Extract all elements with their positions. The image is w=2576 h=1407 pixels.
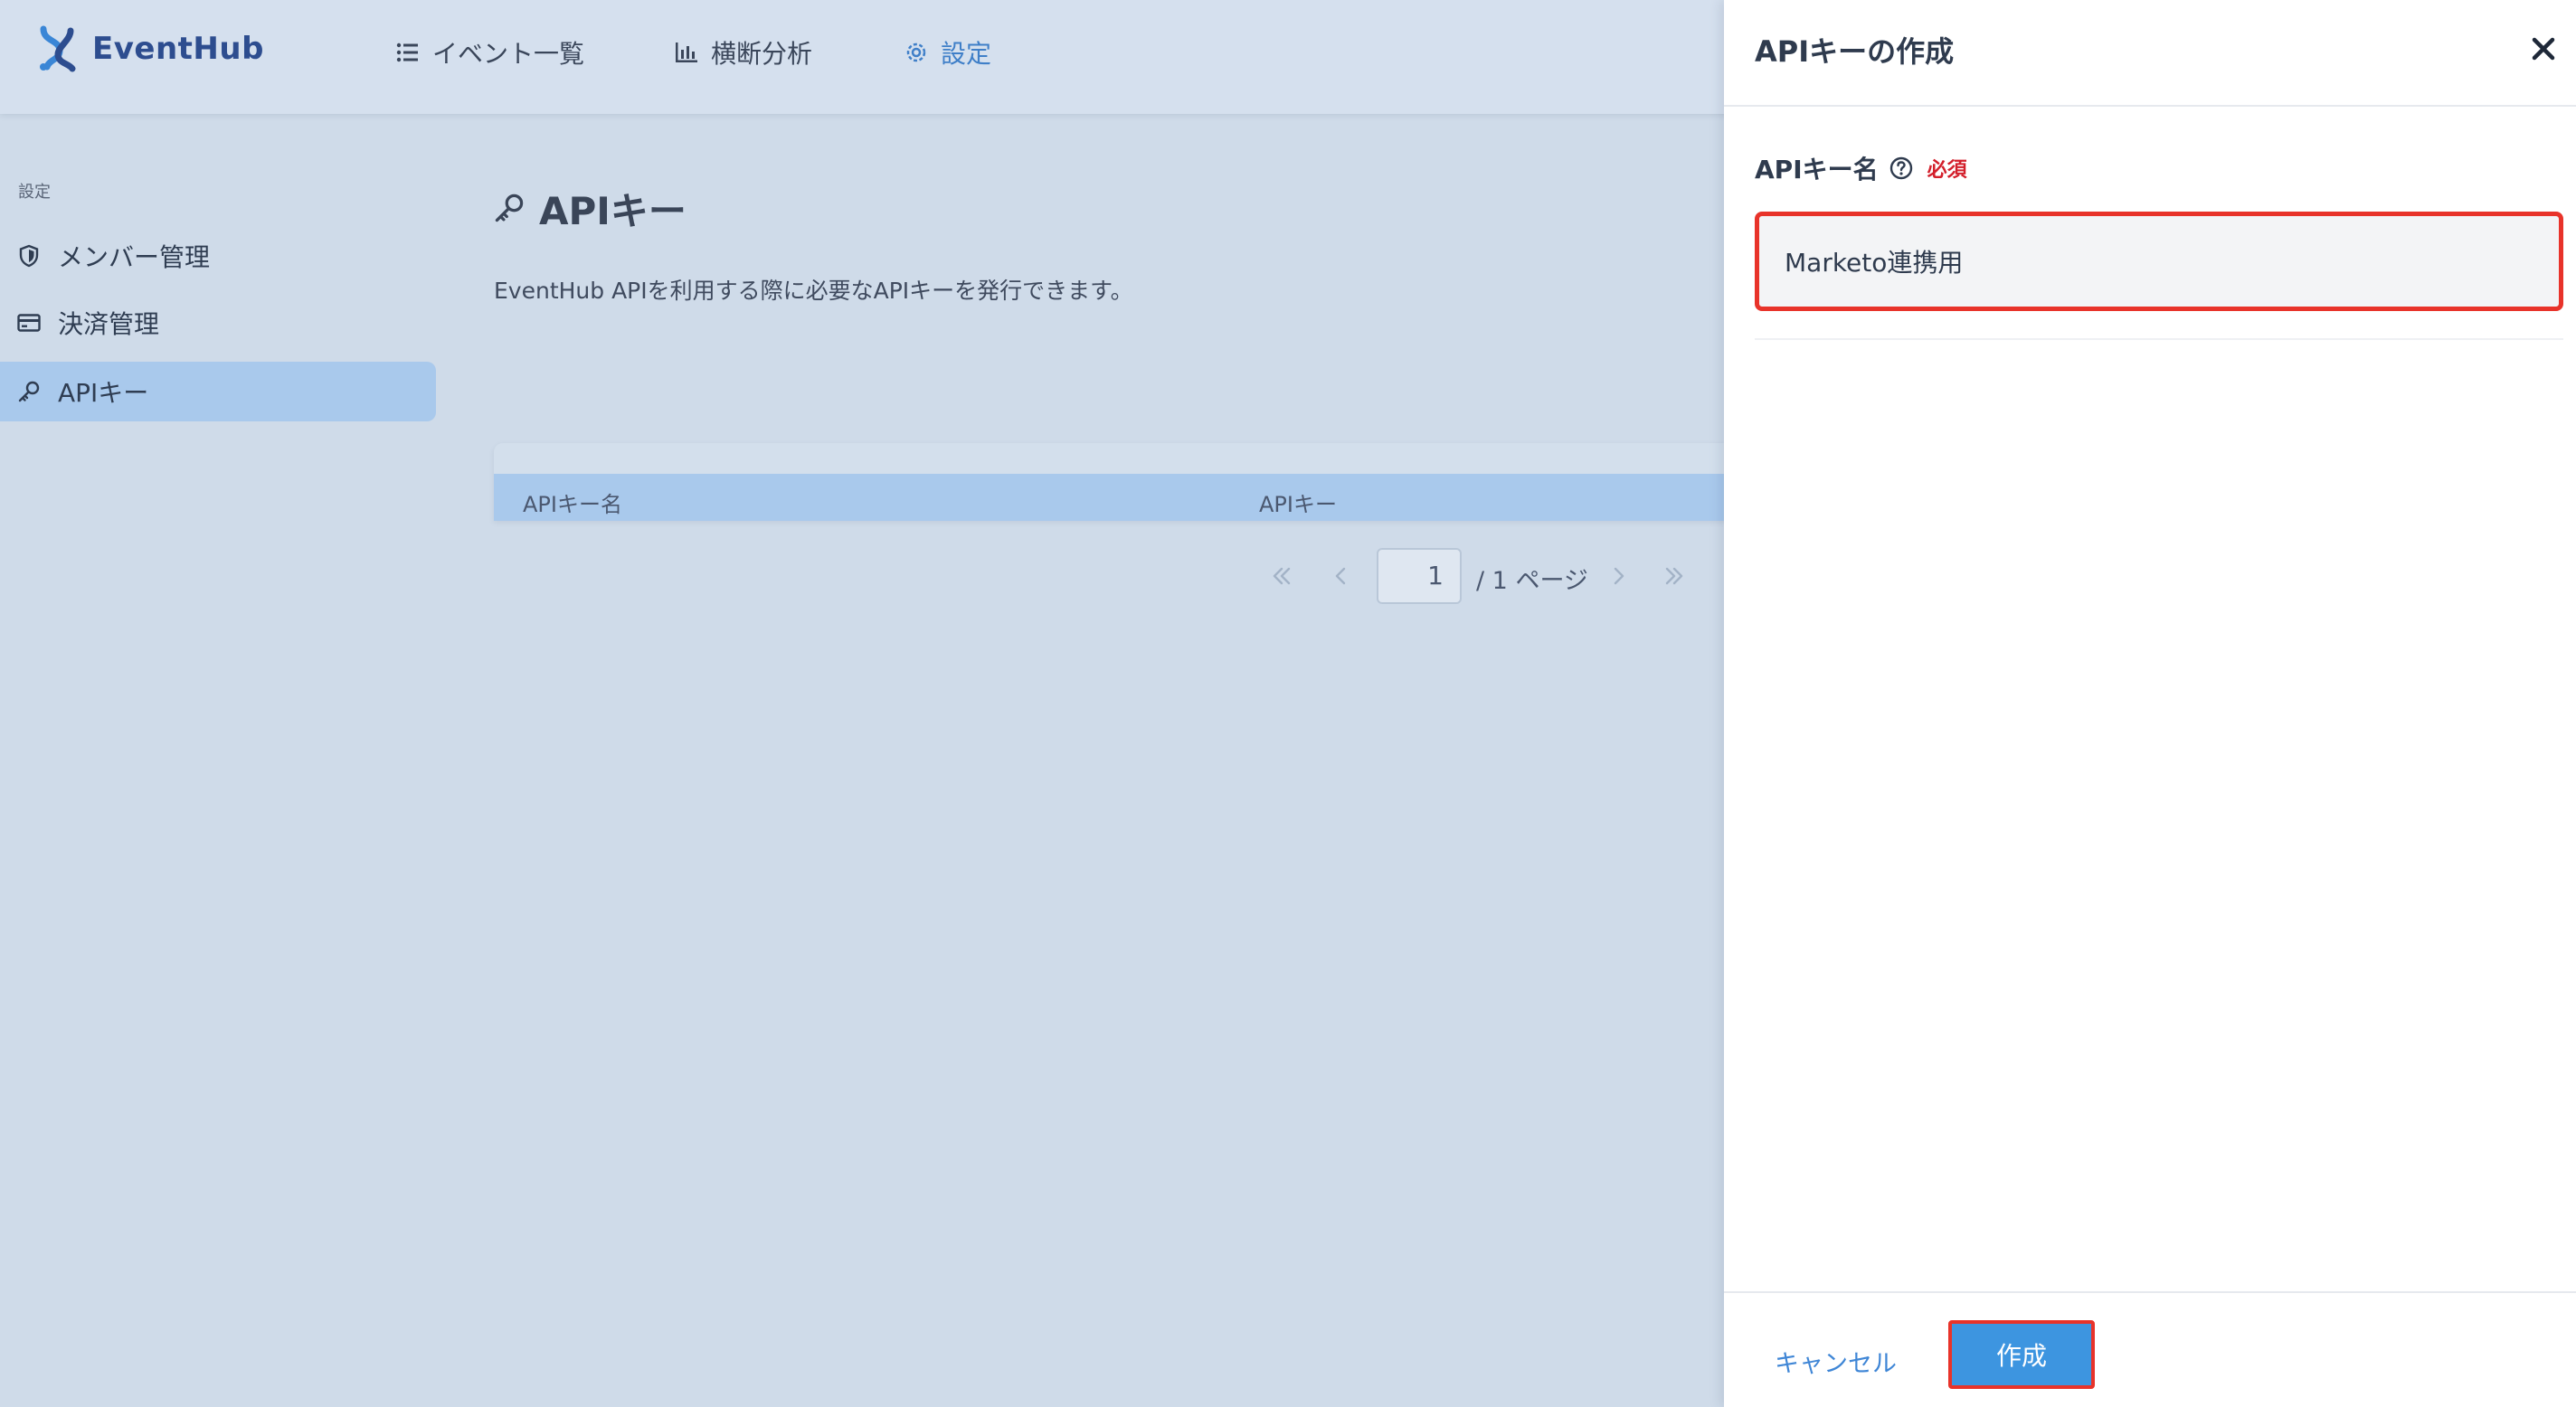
nav-event-list[interactable]: イベント一覧 [394, 33, 584, 72]
drawer-footer: キャンセル 作成 [1724, 1291, 2576, 1407]
create-button[interactable]: 作成 [1948, 1320, 2095, 1389]
sidebar-item-api-keys[interactable]: APIキー [0, 362, 436, 421]
field-label-text: APIキー名 [1755, 155, 1879, 184]
last-page-icon[interactable] [1659, 561, 1690, 591]
credit-card-icon [17, 314, 41, 332]
sidebar-item-members[interactable]: メンバー管理 [0, 226, 436, 286]
field-divider [1755, 338, 2563, 340]
column-header-key-name[interactable]: APIキー名 [523, 486, 622, 518]
sidebar-item-label: 決済管理 [58, 309, 160, 339]
api-key-name-input[interactable] [1755, 212, 2563, 311]
api-key-name-label: APIキー名 必須 [1755, 150, 1967, 186]
gear-icon [906, 42, 926, 62]
close-icon[interactable] [2525, 31, 2562, 67]
first-page-icon[interactable] [1266, 561, 1297, 591]
page-total-label: / 1 ページ [1476, 567, 1588, 595]
bar-chart-icon [676, 42, 697, 62]
key-icon [18, 381, 40, 402]
page-title-text: APIキー [539, 188, 687, 233]
next-page-icon[interactable] [1603, 561, 1634, 591]
brand-name: EventHub [92, 31, 264, 67]
drawer-header: APIキーの作成 [1724, 0, 2576, 107]
cancel-button[interactable]: キャンセル [1775, 1344, 1897, 1379]
brand-logo[interactable]: EventHub [36, 24, 264, 74]
create-api-key-drawer: APIキーの作成 APIキー名 必須 キャンセル 作成 [1724, 0, 2576, 1407]
sidebar-item-label: メンバー管理 [58, 242, 211, 272]
list-icon [396, 42, 418, 62]
page-description: EventHub APIを利用する際に必要なAPIキーを発行できます。 [494, 278, 1133, 304]
prev-page-icon[interactable] [1326, 561, 1357, 591]
column-header-key[interactable]: APIキー [1259, 486, 1337, 518]
page-number-input[interactable]: 1 [1377, 548, 1462, 604]
sidebar-item-label: APIキー [58, 378, 149, 408]
sidebar-section-label: 設定 [18, 183, 51, 202]
table-header-row [494, 474, 1733, 521]
key-icon [495, 194, 524, 222]
eventhub-logo-icon [40, 25, 76, 72]
required-badge: 必須 [1927, 159, 1967, 182]
nav-event-list-label: イベント一覧 [432, 39, 585, 69]
sidebar-item-payments[interactable]: 決済管理 [0, 293, 436, 353]
page-title: APIキー [492, 179, 687, 237]
nav-cross-analysis-label: 横断分析 [711, 39, 813, 69]
nav-cross-analysis[interactable]: 横断分析 [673, 33, 812, 72]
shield-icon [19, 244, 39, 268]
nav-settings-label: 設定 [941, 39, 992, 69]
nav-settings[interactable]: 設定 [903, 33, 991, 72]
help-circle-icon[interactable] [1888, 155, 1915, 182]
drawer-title: APIキーの作成 [1755, 34, 1955, 69]
